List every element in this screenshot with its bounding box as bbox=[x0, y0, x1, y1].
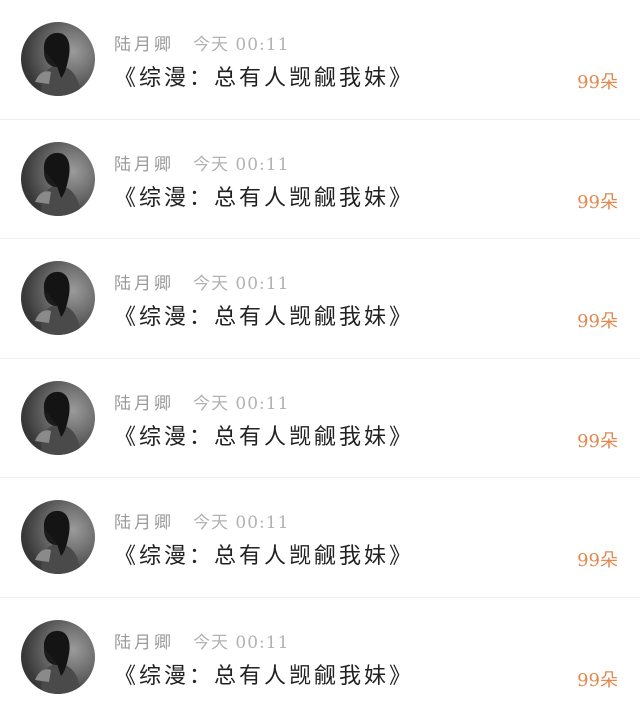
list-item[interactable]: 陆月卿 今天 00:11 《综漫：总有人觊觎我妹》 99朵 bbox=[0, 0, 640, 120]
timestamp: 今天 00:11 bbox=[193, 269, 289, 294]
flower-count: 99朵 bbox=[577, 307, 618, 333]
timestamp: 今天 00:11 bbox=[193, 150, 289, 175]
avatar-photo-icon bbox=[21, 620, 95, 694]
message-title: 《综漫：总有人觊觎我妹》 bbox=[114, 299, 414, 331]
flower-count: 99朵 bbox=[577, 188, 618, 214]
sender-name: 陆月卿 bbox=[114, 628, 174, 653]
avatar-photo-icon bbox=[21, 261, 95, 335]
avatar[interactable] bbox=[21, 261, 95, 335]
sender-name: 陆月卿 bbox=[114, 269, 174, 294]
message-title: 《综漫：总有人觊觎我妹》 bbox=[114, 60, 414, 92]
flower-count: 99朵 bbox=[577, 546, 618, 572]
flower-count: 99朵 bbox=[577, 68, 618, 94]
avatar[interactable] bbox=[21, 500, 95, 574]
message-title: 《综漫：总有人觊觎我妹》 bbox=[114, 180, 414, 212]
list-item[interactable]: 陆月卿 今天 00:11 《综漫：总有人觊觎我妹》 99朵 bbox=[0, 120, 640, 240]
list-item[interactable]: 陆月卿 今天 00:11 《综漫：总有人觊觎我妹》 99朵 bbox=[0, 478, 640, 598]
avatar[interactable] bbox=[21, 142, 95, 216]
timestamp: 今天 00:11 bbox=[193, 30, 289, 55]
message-list: 陆月卿 今天 00:11 《综漫：总有人觊觎我妹》 99朵 陆月卿 今天 00:… bbox=[0, 0, 640, 713]
list-item[interactable]: 陆月卿 今天 00:11 《综漫：总有人觊觎我妹》 99朵 bbox=[0, 359, 640, 479]
list-item[interactable]: 陆月卿 今天 00:11 《综漫：总有人觊觎我妹》 99朵 bbox=[0, 239, 640, 359]
flower-count: 99朵 bbox=[577, 427, 618, 453]
avatar[interactable] bbox=[21, 620, 95, 694]
timestamp: 今天 00:11 bbox=[193, 508, 289, 533]
message-title: 《综漫：总有人觊觎我妹》 bbox=[114, 538, 414, 570]
avatar[interactable] bbox=[21, 22, 95, 96]
avatar[interactable] bbox=[21, 381, 95, 455]
list-item[interactable]: 陆月卿 今天 00:11 《综漫：总有人觊觎我妹》 99朵 bbox=[0, 598, 640, 717]
sender-name: 陆月卿 bbox=[114, 389, 174, 414]
sender-name: 陆月卿 bbox=[114, 30, 174, 55]
message-title: 《综漫：总有人觊觎我妹》 bbox=[114, 658, 414, 690]
timestamp: 今天 00:11 bbox=[193, 389, 289, 414]
avatar-photo-icon bbox=[21, 500, 95, 574]
avatar-photo-icon bbox=[21, 381, 95, 455]
avatar-photo-icon bbox=[21, 22, 95, 96]
message-title: 《综漫：总有人觊觎我妹》 bbox=[114, 419, 414, 451]
sender-name: 陆月卿 bbox=[114, 508, 174, 533]
flower-count: 99朵 bbox=[577, 666, 618, 692]
timestamp: 今天 00:11 bbox=[193, 628, 289, 653]
avatar-photo-icon bbox=[21, 142, 95, 216]
sender-name: 陆月卿 bbox=[114, 150, 174, 175]
